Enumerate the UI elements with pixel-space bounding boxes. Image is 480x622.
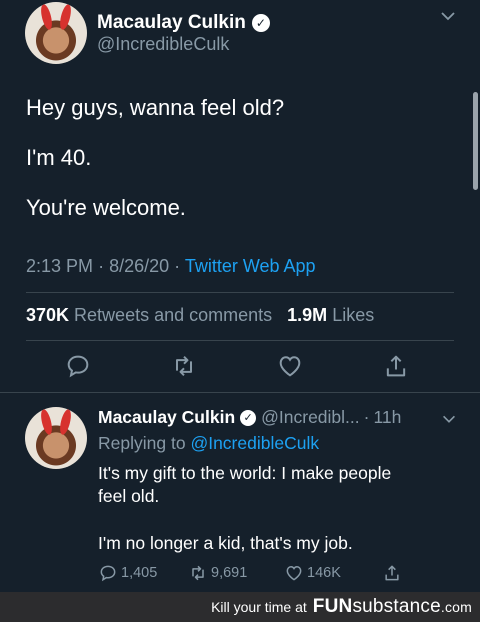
reply-share-button[interactable] (382, 563, 405, 583)
funsubstance-footer: Kill your time at FUNsubstance.com (0, 592, 480, 622)
heart-icon (286, 565, 302, 581)
tweet-time: 2:13 PM (26, 256, 94, 276)
share-button[interactable] (382, 352, 416, 386)
replying-to: Replying to @IncredibleCulk (98, 433, 319, 454)
retweets-count: 370K (26, 305, 70, 325)
reply-author-name[interactable]: Macaulay Culkin (98, 407, 235, 428)
brand-fun: FUN (312, 596, 353, 617)
reply-text-line-2: feel old. (98, 486, 160, 506)
retweet-button[interactable] (170, 352, 204, 386)
footer-tagline: Kill your time at (211, 599, 307, 615)
reply-actions: 1,405 9,691 146K (98, 563, 438, 587)
reply-replies-count: 1,405 (121, 565, 158, 581)
reply-tweet[interactable]: SS Macaulay Culkin ✓ @Incredibl... · 11h… (0, 393, 480, 591)
share-upload-icon (386, 355, 406, 377)
tweet-stats: 370K Retweets and comments 1.9M Likes (26, 305, 374, 326)
retweets-label: Retweets and comments (74, 305, 273, 325)
replying-prefix: Replying to (98, 433, 186, 453)
tweet-text-line-2: I'm 40. (26, 145, 92, 170)
reply-retweets-count: 9,691 (211, 565, 248, 581)
main-tweet: SS Macaulay Culkin ✓ @IncredibleCulk Hey… (0, 0, 480, 392)
author-avatar[interactable]: SS (25, 2, 87, 64)
scrollbar[interactable] (473, 92, 478, 190)
speech-bubble-icon (100, 565, 116, 582)
likes-count: 1.9M (287, 305, 328, 325)
likes-stat[interactable]: 1.9M Likes (287, 305, 374, 325)
bunny-ear-left (39, 408, 55, 436)
retweet-arrows-icon (176, 355, 192, 377)
share-upload-icon (385, 565, 399, 581)
brand-substance: substance (352, 596, 441, 617)
avatar-tag: SS (29, 410, 37, 417)
reply-likes-count: 146K (307, 565, 341, 581)
divider (26, 340, 454, 341)
brand-tld: .com (440, 599, 472, 615)
funsubstance-logo: FUNsubstance.com (313, 596, 472, 618)
chevron-down-icon[interactable] (438, 6, 458, 31)
reply-author-avatar[interactable]: SS (25, 407, 87, 469)
reply-author-handle[interactable]: @Incredibl... (261, 407, 360, 428)
likes-label: Likes (332, 305, 375, 325)
verified-badge-icon: ✓ (251, 14, 270, 32)
author-handle[interactable]: @IncredibleCulk (97, 34, 229, 55)
meta-separator: · (174, 256, 181, 276)
tweet-date: 8/26/20 (109, 256, 170, 276)
reply-text-line-3: I'm no longer a kid, that's my job. (98, 533, 353, 553)
reply-header: Macaulay Culkin ✓ @Incredibl... · 11h (98, 407, 401, 428)
reply-like-button[interactable]: 146K (284, 563, 341, 583)
avatar-tag: SS (29, 5, 37, 12)
tweet-actions (0, 352, 480, 388)
bunny-ear-right (57, 3, 73, 31)
reply-button[interactable] (64, 352, 98, 386)
retweet-arrows-icon (192, 565, 204, 581)
reply-retweet-button[interactable]: 9,691 (188, 563, 247, 583)
bunny-ear-left (39, 3, 55, 31)
divider (26, 292, 454, 293)
heart-icon (279, 356, 301, 377)
tweet-source-link[interactable]: Twitter Web App (185, 256, 316, 276)
reply-separator: · (363, 407, 370, 427)
meta-separator: · (98, 256, 105, 276)
tweet-text-line-3: You're welcome. (26, 195, 186, 220)
bunny-ear-right (57, 408, 73, 436)
reply-reply-button[interactable]: 1,405 (98, 563, 157, 583)
reply-text-line-1: It's my gift to the world: I make people (98, 463, 392, 483)
author-name[interactable]: Macaulay Culkin (97, 12, 246, 34)
reply-age: 11h (373, 407, 402, 427)
speech-bubble-icon (67, 355, 89, 378)
tweet-meta: 2:13 PM · 8/26/20 · Twitter Web App (26, 256, 316, 277)
chevron-down-icon[interactable] (440, 410, 458, 432)
verified-badge-icon: ✓ (240, 409, 257, 426)
like-button[interactable] (276, 352, 310, 386)
retweets-stat[interactable]: 370K Retweets and comments (26, 305, 272, 325)
replying-handle-link[interactable]: @IncredibleCulk (190, 433, 319, 453)
author-name-row[interactable]: Macaulay Culkin ✓ (97, 12, 270, 34)
tweet-text-line-1: Hey guys, wanna feel old? (26, 95, 285, 120)
